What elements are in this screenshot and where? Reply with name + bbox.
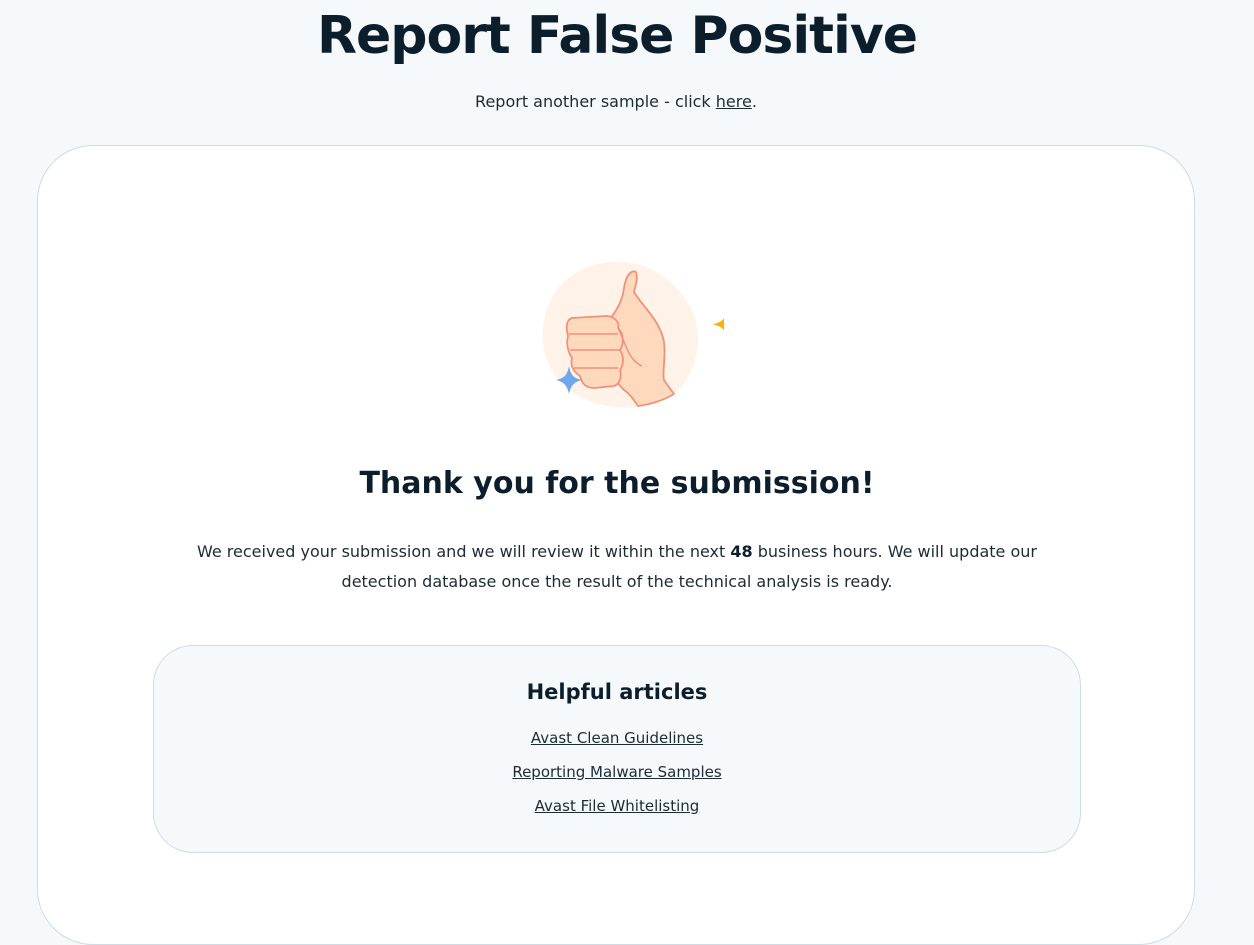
submission-message: We received your submission and we will … bbox=[158, 537, 1076, 597]
review-hours: 48 bbox=[730, 542, 753, 561]
message-text-1: We received your submission and we will … bbox=[196, 542, 731, 561]
article-link-clean-guidelines[interactable]: Avast Clean Guidelines bbox=[531, 729, 703, 747]
list-item: Reporting Malware Samples bbox=[154, 760, 1080, 794]
report-another-line: Report another sample - click here. bbox=[0, 90, 1232, 114]
report-another-text: Report another sample - click bbox=[475, 92, 716, 111]
list-item: Avast File Whitelisting bbox=[154, 794, 1080, 828]
report-another-link[interactable]: here bbox=[716, 92, 752, 111]
list-item: Avast Clean Guidelines bbox=[154, 726, 1080, 760]
helpful-articles-panel: Helpful articles Avast Clean Guidelines … bbox=[153, 645, 1081, 853]
article-link-reporting-malware[interactable]: Reporting Malware Samples bbox=[512, 763, 721, 781]
confirmation-card: Thank you for the submission! We receive… bbox=[37, 145, 1195, 945]
helpful-articles-heading: Helpful articles bbox=[526, 680, 708, 704]
article-list: Avast Clean Guidelines Reporting Malware… bbox=[154, 726, 1080, 828]
page-title: Report False Positive bbox=[316, 6, 918, 66]
article-link-file-whitelisting[interactable]: Avast File Whitelisting bbox=[535, 797, 700, 815]
thank-you-heading: Thank you for the submission! bbox=[359, 466, 875, 501]
thumbs-up-icon bbox=[542, 261, 724, 408]
report-another-suffix: . bbox=[751, 92, 757, 111]
